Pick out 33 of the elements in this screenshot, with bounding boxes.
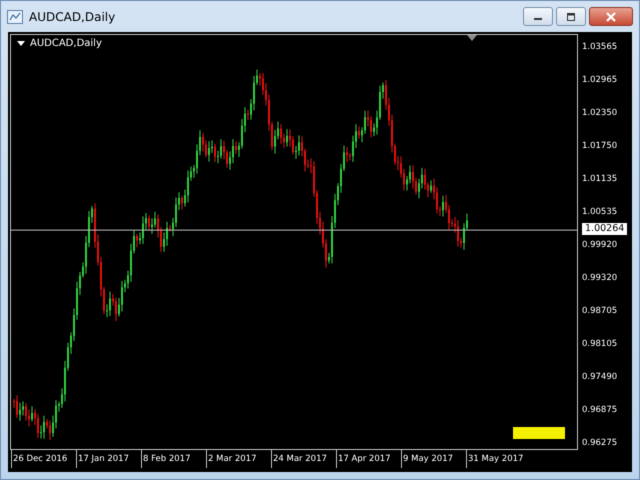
close-icon (605, 12, 617, 22)
price-axis-label: 1.01750 (582, 140, 618, 153)
maximize-icon (566, 12, 576, 20)
chart-window-icon (7, 8, 23, 24)
minimize-button[interactable] (523, 7, 553, 26)
price-axis-label: 1.00535 (582, 206, 618, 219)
price-axis-label: 0.96275 (582, 437, 618, 450)
maximize-button[interactable] (556, 7, 586, 26)
time-axis-label: 2 Mar 2017 (206, 450, 271, 468)
symbol-label: AUDCAD,Daily (30, 38, 102, 49)
time-axis-label: 9 May 2017 (401, 450, 466, 468)
price-axis-label: 1.01135 (582, 173, 618, 186)
chart-shift-icon[interactable] (467, 35, 477, 41)
price-axis-label: 0.98705 (582, 305, 618, 318)
time-axis-label: 17 Apr 2017 (336, 450, 401, 468)
time-axis-label: 17 Jan 2017 (76, 450, 141, 468)
close-button[interactable] (589, 7, 633, 26)
highlight-block (513, 427, 565, 439)
dropdown-icon[interactable] (17, 40, 25, 46)
price-axis-label: 0.98105 (582, 338, 618, 351)
time-axis-label: 31 May 2017 (466, 450, 531, 468)
window-title: AUDCAD,Daily (29, 10, 116, 24)
price-axis-label: 1.03565 (582, 41, 618, 54)
time-axis-label: 24 Mar 2017 (271, 450, 336, 468)
price-axis-label: 1.02350 (582, 107, 618, 120)
price-axis-label: 1.02965 (582, 74, 618, 87)
price-axis-label: 0.96875 (582, 404, 618, 417)
current-price-label: 1.00264 (582, 223, 628, 236)
price-axis-label: 0.99920 (582, 239, 618, 252)
price-axis-label: 0.99320 (582, 272, 618, 285)
price-axis-label: 0.97490 (582, 371, 618, 384)
time-axis-label: 26 Dec 2016 (11, 450, 76, 468)
time-axis-label: 8 Feb 2017 (141, 450, 206, 468)
